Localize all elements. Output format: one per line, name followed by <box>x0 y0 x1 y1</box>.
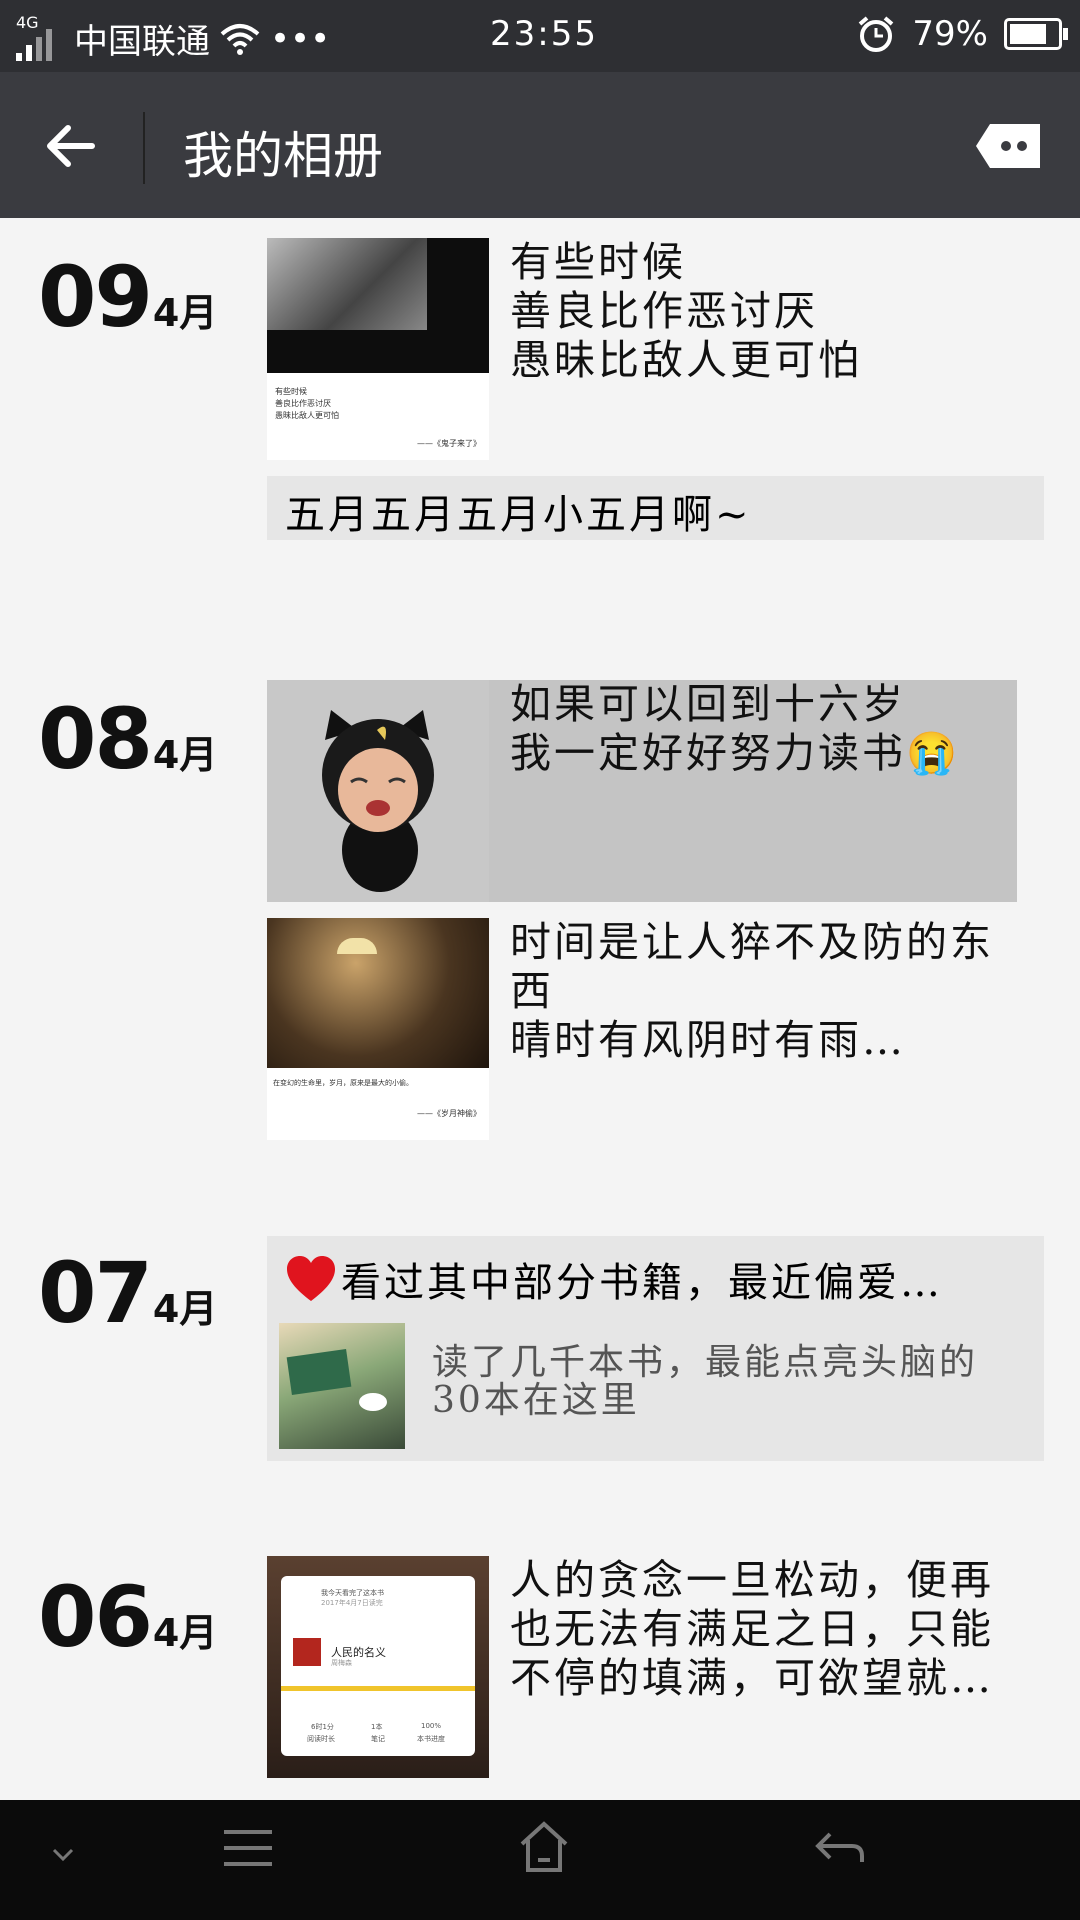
share-title: 看过其中部分书籍，最近偏爱… <box>341 1260 943 1306</box>
heart-icon <box>287 1256 335 1301</box>
post-text[interactable]: 时间是让人猝不及防的东 西 晴时有风阴时有雨… <box>510 918 994 1065</box>
post-text[interactable]: 如果可以回到十六岁 我一定好好努力读书😭 <box>510 680 960 778</box>
chevron-down-icon[interactable] <box>50 1846 76 1864</box>
home-icon[interactable] <box>518 1820 570 1874</box>
post-text[interactable]: 有些时候 善良比作恶讨厌 愚昧比敌人更可怕 <box>510 238 862 385</box>
header-divider <box>143 112 145 184</box>
carrier-name: 中国联通 <box>74 22 210 62</box>
post-thumbnail[interactable]: 在变幻的生命里，岁月，原来是最大的小偷。 ——《岁月神偷》 <box>267 918 489 1140</box>
crying-baby-icon <box>322 710 434 892</box>
back-icon[interactable] <box>814 1826 866 1870</box>
text-only-post[interactable]: 五月五月五月小五月啊~ <box>267 476 1044 540</box>
more-options-icon[interactable] <box>976 124 1040 168</box>
wifi-icon <box>220 23 260 55</box>
reading-card-image: 我今天看完了这本书 2017年4月7日读完 人民的名义 周梅森 6时1分 1本 … <box>281 1576 475 1756</box>
alarm-icon <box>859 16 894 52</box>
status-bar: 4G 中国联通 ••• 23:55 79% <box>0 0 1080 72</box>
signal-icon: 4G <box>16 13 64 61</box>
crying-cartoon-image[interactable] <box>267 680 489 902</box>
film-still-image <box>267 238 489 373</box>
share-description: 读了几千本书，最能点亮头脑的 30本在这里 <box>432 1342 979 1421</box>
battery-percent: 79% <box>912 14 988 54</box>
back-arrow-icon[interactable] <box>40 114 104 178</box>
shared-link-card[interactable]: 看过其中部分书籍，最近偏爱… 读了几千本书，最能点亮头脑的 30本在这里 <box>267 1236 1044 1461</box>
post-thumbnail[interactable]: 我今天看完了这本书 2017年4月7日读完 人民的名义 周梅森 6时1分 1本 … <box>267 1556 489 1778</box>
film-still-image <box>267 918 489 1068</box>
app-header: 我的相册 <box>0 72 1080 218</box>
date-label: 074月 <box>38 1244 218 1342</box>
battery-icon <box>1004 18 1068 50</box>
date-label: 094月 <box>38 248 218 346</box>
album-feed[interactable]: 094月 有些时候 善良比作恶讨厌 愚昧比敌人更可怕 ——《鬼子来了》 有些时候… <box>0 218 1080 1800</box>
date-label: 064月 <box>38 1568 218 1666</box>
menu-icon[interactable] <box>222 1826 274 1870</box>
more-status-dots: ••• <box>270 18 331 59</box>
date-label: 084月 <box>38 690 218 788</box>
post-text[interactable]: 人的贪念一旦松动，便再 也无法有满足之日，只能 不停的填满，可欲望就… <box>510 1556 994 1703</box>
clock: 23:55 <box>490 14 598 54</box>
system-nav-bar <box>0 1800 1080 1920</box>
shared-link-thumbnail <box>279 1323 405 1449</box>
post-thumbnail[interactable]: 有些时候 善良比作恶讨厌 愚昧比敌人更可怕 ——《鬼子来了》 <box>267 238 489 460</box>
page-title: 我的相册 <box>183 127 383 185</box>
